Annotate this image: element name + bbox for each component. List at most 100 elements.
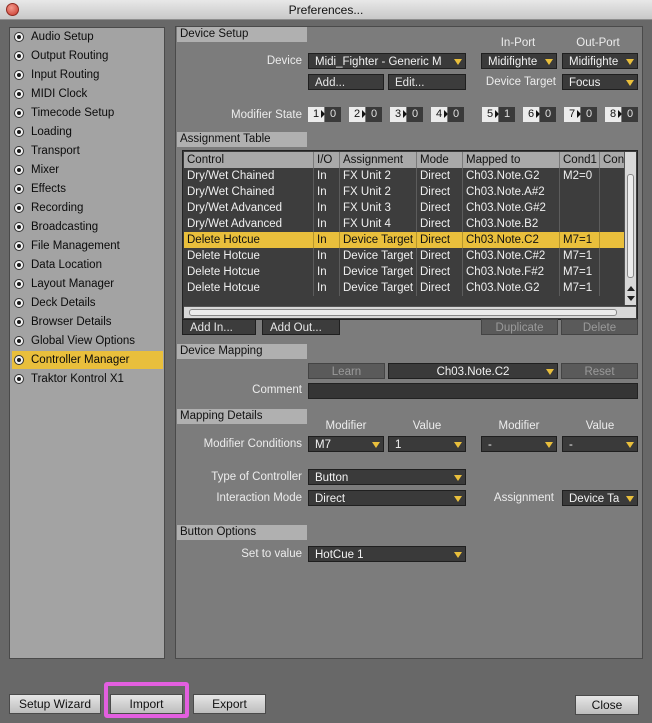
sidebar-item-data-location[interactable]: Data Location (10, 256, 164, 274)
modifier-4[interactable]: 40 (431, 107, 465, 122)
cell-assignment: FX Unit 4 (340, 216, 417, 232)
column-header-cond1[interactable]: Cond1 (560, 152, 600, 168)
cell-cond1: M2=0 (560, 168, 600, 184)
sidebar-item-recording[interactable]: Recording (10, 199, 164, 217)
cell-cond2 (600, 264, 626, 280)
chevron-down-icon (626, 496, 634, 502)
table-row[interactable]: Dry/Wet Chained In FX Unit 2 Direct Ch03… (184, 184, 626, 200)
controller-manager-panel: Device Setup In-Port Out-Port Device Mid… (175, 26, 643, 659)
table-horizontal-scrollbar[interactable] (184, 306, 636, 318)
table-row[interactable]: Dry/Wet Chained In FX Unit 2 Direct Ch03… (184, 168, 626, 184)
radio-icon (14, 355, 24, 365)
setup-wizard-button[interactable]: Setup Wizard (9, 694, 101, 714)
device-dropdown[interactable]: Midi_Fighter - Generic M (308, 53, 466, 69)
column-header-io[interactable]: I/O (314, 152, 340, 168)
window-close-icon[interactable] (6, 3, 19, 16)
cell-io: In (314, 216, 340, 232)
sidebar-item-broadcasting[interactable]: Broadcasting (10, 218, 164, 236)
table-row[interactable]: Delete Hotcue In Device Target Direct Ch… (184, 248, 626, 264)
modifier-1[interactable]: 10 (308, 107, 342, 122)
value-condition-2-value: - (569, 439, 573, 451)
table-row-selected[interactable]: Delete Hotcue In Device Target Direct Ch… (184, 232, 626, 248)
table-row[interactable]: Delete Hotcue In Device Target Direct Ch… (184, 264, 626, 280)
sidebar-item-global-view-options[interactable]: Global View Options (10, 332, 164, 350)
out-port-dropdown[interactable]: Midifighte (562, 53, 638, 69)
type-of-controller-dropdown[interactable]: Button (308, 469, 466, 485)
assignment-dropdown[interactable]: Device Ta (562, 490, 638, 506)
sidebar-item-controller-manager[interactable]: Controller Manager (12, 351, 163, 369)
sidebar-item-file-management[interactable]: File Management (10, 237, 164, 255)
export-button[interactable]: Export (193, 694, 266, 714)
sidebar-item-label: Traktor Kontrol X1 (31, 373, 124, 385)
sidebar-item-midi-clock[interactable]: MIDI Clock (10, 85, 164, 103)
sidebar-item-deck-details[interactable]: Deck Details (10, 294, 164, 312)
sidebar-item-label: Layout Manager (31, 278, 115, 290)
close-button[interactable]: Close (575, 695, 639, 715)
table-header-row: Control I/O Assignment Mode Mapped to Co… (184, 152, 626, 168)
sidebar-item-input-routing[interactable]: Input Routing (10, 66, 164, 84)
sidebar-item-mixer[interactable]: Mixer (10, 161, 164, 179)
scroll-down-arrow-icon[interactable] (627, 296, 635, 301)
sidebar-item-label: Output Routing (31, 50, 109, 62)
edit-device-button[interactable]: Edit... (388, 74, 466, 90)
scrollbar-thumb[interactable] (189, 309, 617, 316)
mapping-dropdown[interactable]: Ch03.Note.C2 (388, 363, 558, 379)
modifier-condition-1-dropdown[interactable]: M7 (308, 436, 384, 452)
sidebar-item-output-routing[interactable]: Output Routing (10, 47, 164, 65)
cell-assignment: Device Target (340, 232, 417, 248)
cell-io: In (314, 264, 340, 280)
cell-control: Dry/Wet Chained (184, 168, 314, 184)
sidebar-item-effects[interactable]: Effects (10, 180, 164, 198)
modifier-state-row: 10 20 30 40 51 60 70 80 (308, 107, 638, 122)
modifier-number: 3 (390, 107, 407, 122)
window-title: Preferences... (288, 3, 364, 17)
table-vertical-scrollbar[interactable] (624, 152, 636, 305)
sidebar-item-traktor-kontrol-x1[interactable]: Traktor Kontrol X1 (10, 370, 164, 388)
column-header-assignment[interactable]: Assignment (340, 152, 417, 168)
cell-mode: Direct (417, 280, 463, 296)
sidebar-item-timecode-setup[interactable]: Timecode Setup (10, 104, 164, 122)
table-row[interactable]: Dry/Wet Advanced In FX Unit 3 Direct Ch0… (184, 200, 626, 216)
value-condition-2-dropdown[interactable]: - (562, 436, 638, 452)
reset-button[interactable]: Reset (561, 363, 638, 379)
duplicate-button[interactable]: Duplicate (481, 319, 558, 335)
scroll-up-arrow-icon[interactable] (627, 286, 635, 291)
comment-input[interactable] (308, 383, 638, 399)
delete-button[interactable]: Delete (561, 319, 638, 335)
assignment-table-header: Assignment Table (177, 132, 307, 147)
set-to-value-dropdown[interactable]: HotCue 1 (308, 546, 466, 562)
learn-button[interactable]: Learn (308, 363, 385, 379)
modifier-6[interactable]: 60 (523, 107, 557, 122)
sidebar-item-layout-manager[interactable]: Layout Manager (10, 275, 164, 293)
cell-cond1 (560, 216, 600, 232)
cell-mapped-to: Ch03.Note.F#2 (463, 264, 560, 280)
table-row[interactable]: Dry/Wet Advanced In FX Unit 4 Direct Ch0… (184, 216, 626, 232)
sidebar-item-audio-setup[interactable]: Audio Setup (10, 28, 164, 46)
modifier-8[interactable]: 80 (605, 107, 639, 122)
modifier-number: 7 (564, 107, 581, 122)
sidebar-item-browser-details[interactable]: Browser Details (10, 313, 164, 331)
modifier-5[interactable]: 51 (482, 107, 516, 122)
cell-mode: Direct (417, 184, 463, 200)
column-header-mapped-to[interactable]: Mapped to (463, 152, 560, 168)
modifier-3[interactable]: 30 (390, 107, 424, 122)
column-header-cond2[interactable]: Con (600, 152, 626, 168)
scrollbar-thumb[interactable] (627, 174, 634, 278)
modifier-7[interactable]: 70 (564, 107, 598, 122)
sidebar-item-transport[interactable]: Transport (10, 142, 164, 160)
device-target-dropdown[interactable]: Focus (562, 74, 638, 90)
modifier-2[interactable]: 20 (349, 107, 383, 122)
modifier-number: 1 (308, 107, 325, 122)
sidebar-item-loading[interactable]: Loading (10, 123, 164, 141)
modifier-condition-2-dropdown[interactable]: - (481, 436, 557, 452)
table-row[interactable]: Delete Hotcue In Device Target Direct Ch… (184, 280, 626, 296)
cell-cond2 (600, 248, 626, 264)
add-out-button[interactable]: Add Out... (262, 319, 340, 335)
in-port-dropdown[interactable]: Midifighte (481, 53, 557, 69)
column-header-mode[interactable]: Mode (417, 152, 463, 168)
value-condition-1-dropdown[interactable]: 1 (388, 436, 466, 452)
column-header-control[interactable]: Control (184, 152, 314, 168)
add-device-button[interactable]: Add... (308, 74, 384, 90)
interaction-mode-dropdown[interactable]: Direct (308, 490, 466, 506)
add-in-button[interactable]: Add In... (182, 319, 256, 335)
